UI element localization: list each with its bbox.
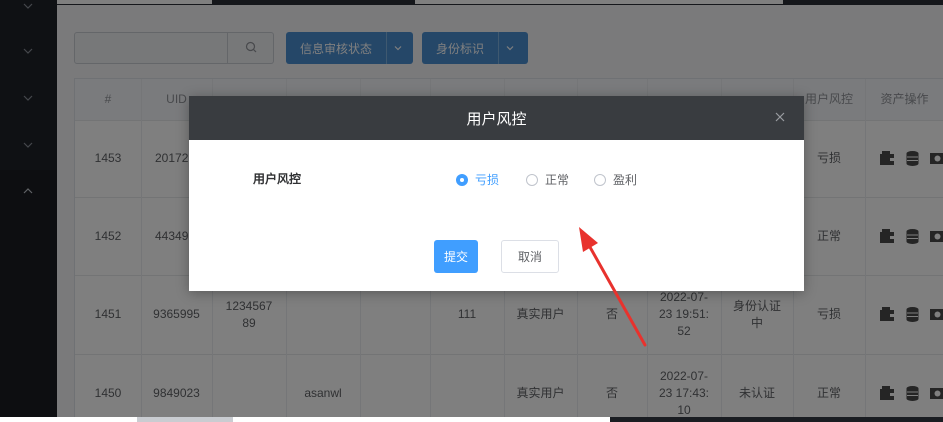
submit-button[interactable]: 提交 (434, 240, 478, 273)
radio-profit[interactable]: 盈利 (594, 171, 637, 188)
radio-dot (594, 173, 606, 186)
radio-dot (526, 173, 538, 186)
dialog-title: 用户风控 (466, 110, 527, 128)
radio-loss[interactable]: 亏损 (456, 171, 499, 188)
radio-normal[interactable]: 正常 (526, 171, 569, 188)
radio-dot (456, 173, 468, 186)
radio-label: 正常 (545, 173, 570, 187)
risk-control-dialog: 用户风控 用户风控 亏损 正常 盈利 提交 取消 (189, 96, 804, 291)
radio-label: 亏损 (475, 173, 500, 187)
radio-label: 盈利 (613, 173, 638, 187)
cancel-button[interactable]: 取消 (501, 240, 559, 273)
close-icon[interactable] (774, 110, 786, 122)
dialog-header: 用户风控 (189, 96, 804, 140)
risk-field-label: 用户风控 (253, 172, 302, 186)
bottom-strip (0, 417, 943, 422)
